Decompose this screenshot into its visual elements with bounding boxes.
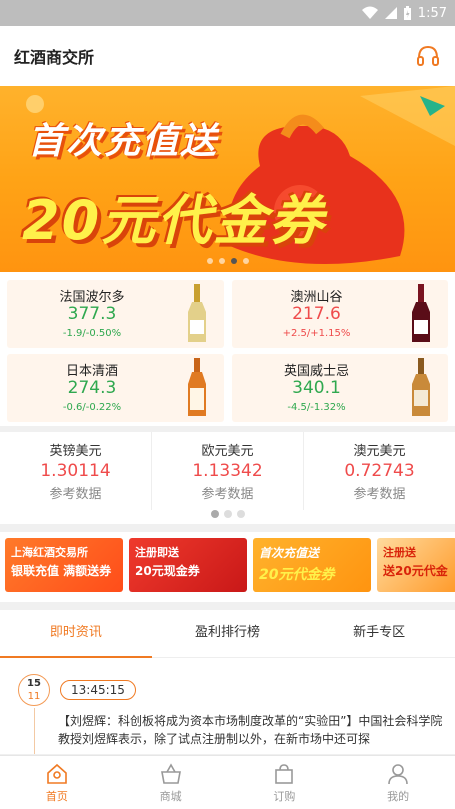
- banner-page-indicator: [0, 258, 455, 264]
- wine-product-grid: 法国波尔多 377.3 -1.9/-0.50% 澳洲山谷 217.6 +2.5/…: [0, 272, 455, 426]
- product-price: 274.3: [67, 378, 117, 398]
- bottom-navigation: 首页 商城 订购 我的: [0, 755, 455, 809]
- product-card-british-whisky[interactable]: 英国威士忌 340.1 -4.5/-1.32%: [231, 354, 448, 422]
- product-card-japanese-sake[interactable]: 日本清酒 274.3 -0.6/-0.22%: [7, 354, 224, 422]
- app-screen: 1:57 红酒商交所 首次充值送 20元代金券 法国波尔多 377.3 -1.9…: [0, 0, 455, 809]
- signal-icon: [384, 7, 397, 19]
- promo-text: 20元现金券: [135, 564, 200, 578]
- nav-order[interactable]: 订购: [228, 756, 342, 809]
- timeline-line: [34, 708, 35, 754]
- user-icon: [388, 763, 408, 784]
- product-name: 法国波尔多: [59, 290, 125, 305]
- fx-ref: 参考数据: [353, 487, 406, 502]
- whisky-bottle-icon: [412, 358, 430, 416]
- nav-home[interactable]: 首页: [0, 756, 114, 809]
- product-name: 日本清酒: [65, 364, 118, 379]
- fx-ref: 参考数据: [201, 487, 254, 502]
- app-title: 红酒商交所: [14, 48, 95, 67]
- banner-dot: [242, 258, 249, 264]
- nav-label: 首页: [45, 789, 68, 803]
- home-icon: [47, 763, 67, 784]
- fx-value: 0.72743: [344, 461, 415, 481]
- product-change: -0.6/-0.22%: [62, 402, 122, 413]
- fx-value: 1.13342: [192, 461, 263, 481]
- promo-card-unionpay[interactable]: 上海红酒交易所 银联充值 满额送券: [5, 538, 123, 592]
- promo-text: 首次充值送: [259, 546, 320, 560]
- nav-label: 我的: [387, 789, 410, 803]
- promo-card-first-topup[interactable]: 首次充值送 20元代金券: [253, 538, 371, 592]
- news-item[interactable]: 15 11 13:45:15 【刘煜辉：科创板将成为资本市场制度改革的“实验田”…: [0, 658, 455, 754]
- nav-label: 商城: [159, 789, 182, 803]
- wifi-icon: [361, 6, 378, 19]
- news-date-month: 11: [27, 691, 41, 702]
- promo-text: 银联充值 满额送券: [11, 564, 112, 578]
- promo-text: 注册送: [383, 546, 416, 559]
- product-name: 澳洲山谷: [290, 290, 343, 305]
- fx-name: 欧元美元: [201, 444, 254, 459]
- basket-icon: [160, 762, 181, 784]
- news-date-badge: 15 11: [18, 674, 50, 706]
- fx-dot-active: [210, 510, 219, 518]
- nav-profile[interactable]: 我的: [341, 756, 455, 809]
- banner-dot: [218, 258, 225, 264]
- status-time: 1:57: [417, 5, 447, 21]
- product-card-australia-valley[interactable]: 澳洲山谷 217.6 +2.5/+1.15%: [231, 280, 448, 348]
- nav-label: 订购: [273, 789, 296, 803]
- battery-icon: [403, 5, 411, 20]
- banner-dot-active: [230, 258, 237, 264]
- banner-amount: 20元代金券: [22, 189, 326, 252]
- fx-value: 1.30114: [40, 461, 111, 481]
- product-price: 217.6: [292, 304, 341, 324]
- product-change: -1.9/-0.50%: [62, 328, 122, 339]
- status-bar: 1:57: [0, 0, 455, 26]
- promo-text: 上海红酒交易所: [11, 546, 88, 559]
- shopping-bag-icon: [275, 763, 294, 784]
- fx-ref: 参考数据: [49, 487, 102, 502]
- promo-text: 注册即送: [135, 546, 179, 559]
- fx-rate-gbpusd[interactable]: 英镑美元 1.30114 参考数据: [0, 432, 152, 510]
- news-date-day: 15: [27, 678, 41, 689]
- product-price: 340.1: [292, 378, 341, 398]
- tab-profit-ranking[interactable]: 盈利排行榜: [152, 610, 304, 657]
- fx-rate-eurusd[interactable]: 欧元美元 1.13342 参考数据: [152, 432, 304, 510]
- promo-text: 送20元代金: [383, 564, 448, 578]
- promo-card-voucher[interactable]: 注册送 送20元代金: [377, 538, 455, 592]
- fx-page-indicator: [0, 510, 455, 518]
- news-time: 13:45:15: [60, 680, 136, 700]
- product-change: -4.5/-1.32%: [287, 402, 346, 413]
- fx-rates-carousel[interactable]: 英镑美元 1.30114 参考数据 欧元美元 1.13342 参考数据 澳元美元…: [0, 432, 455, 524]
- news-tabs: 即时资讯 盈利排行榜 新手专区: [0, 610, 455, 658]
- news-body: 【刘煜辉：科创板将成为资本市场制度改革的“实验田”】中国社会科学院教授刘煜辉表示…: [58, 714, 443, 746]
- wine-bottle-icon: [412, 284, 430, 342]
- banner-dot: [206, 258, 213, 264]
- tab-live-news[interactable]: 即时资讯: [0, 610, 152, 657]
- customer-service-headset-icon[interactable]: [415, 43, 441, 69]
- product-card-bordeaux[interactable]: 法国波尔多 377.3 -1.9/-0.50%: [7, 280, 224, 348]
- fx-dot: [223, 510, 232, 518]
- product-price: 377.3: [67, 304, 117, 324]
- promo-banner-carousel[interactable]: 首次充值送 20元代金券: [0, 86, 455, 272]
- tab-beginner-zone[interactable]: 新手专区: [303, 610, 455, 657]
- promo-cards-row: 上海红酒交易所 银联充值 满额送券 注册即送 20元现金券 首次充值送 20元代…: [0, 532, 455, 602]
- banner-headline: 首次充值送: [28, 121, 219, 162]
- fx-name: 澳元美元: [353, 444, 406, 459]
- app-header: 红酒商交所: [0, 26, 455, 86]
- wine-bottle-icon: [187, 284, 206, 342]
- promo-text: 20元代金券: [259, 567, 335, 583]
- fx-dot: [236, 510, 245, 518]
- sake-bottle-icon: [187, 358, 206, 416]
- promo-card-register[interactable]: 注册即送 20元现金券: [129, 538, 247, 592]
- nav-mall[interactable]: 商城: [114, 756, 228, 809]
- fx-rate-audusd[interactable]: 澳元美元 0.72743 参考数据: [304, 432, 455, 510]
- fx-name: 英镑美元: [49, 444, 102, 459]
- product-change: +2.5/+1.15%: [282, 328, 351, 339]
- product-name: 英国威士忌: [283, 364, 349, 379]
